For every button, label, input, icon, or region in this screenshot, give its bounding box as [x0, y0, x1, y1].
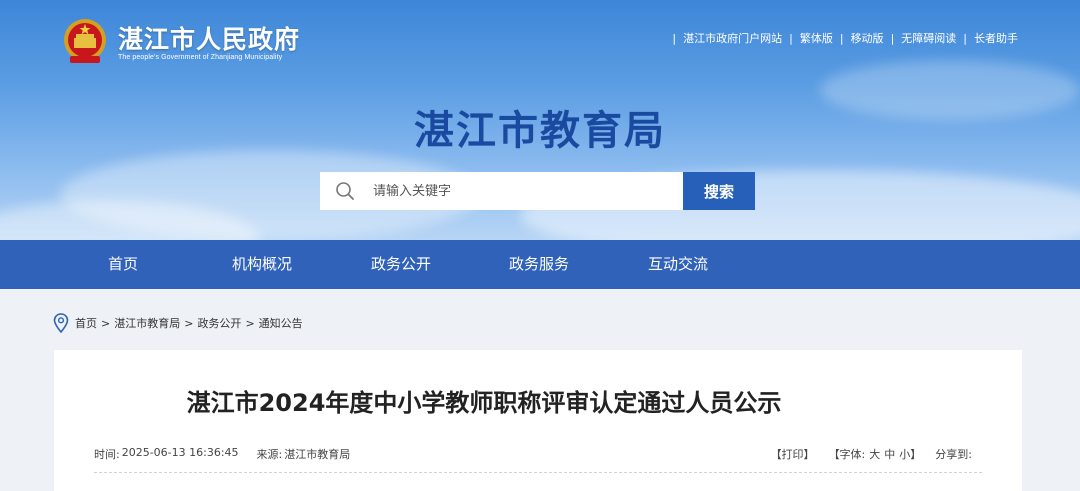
nav-item-services[interactable]: 政务服务 [479, 240, 599, 289]
article-meta: 时间: 2025-06-13 16:36:45 来源: 湛江市教育局 [94, 446, 350, 462]
search-box [320, 172, 683, 210]
meta-divider [94, 472, 982, 473]
nav-item-organization[interactable]: 机构概况 [202, 240, 322, 289]
mobile-version-link[interactable]: 移动版 [851, 30, 884, 46]
search-button[interactable]: 搜索 [683, 172, 755, 210]
source-label: 来源: [256, 448, 283, 461]
breadcrumb-bureau[interactable]: 湛江市教育局 [114, 315, 180, 331]
elderly-assistant-link[interactable]: 长者助手 [974, 30, 1018, 46]
font-medium-button[interactable]: 中 [884, 446, 895, 462]
breadcrumb-government-affairs[interactable]: 政务公开 [197, 315, 241, 331]
link-separator: | [672, 31, 677, 45]
article-source: 湛江市教育局 [284, 448, 351, 461]
header-banner: 湛江市人民政府 The people's Government of Zhanj… [0, 0, 1080, 240]
link-separator: | [839, 31, 844, 45]
national-emblem-icon [64, 19, 106, 63]
link-separator: | [789, 31, 793, 45]
nav-item-interaction[interactable]: 互动交流 [618, 240, 738, 289]
breadcrumb-separator: > [101, 316, 111, 330]
nav-item-home[interactable]: 首页 [63, 240, 183, 289]
accessibility-link[interactable]: 无障碍阅读 [901, 30, 956, 46]
print-button[interactable]: 【打印】 [771, 446, 815, 462]
gov-title[interactable]: 湛江市人民政府 [118, 20, 300, 56]
breadcrumb-separator: > [245, 316, 255, 330]
article-tools: 【打印】 【字体: 大 中 小】 分享到: [771, 446, 972, 462]
gov-subtitle: The people's Government of Zhanjiang Mun… [118, 54, 283, 61]
article-title: 湛江市2024年度中小学教师职称评审认定通过人员公示 [186, 389, 782, 417]
breadcrumb: 首页 > 湛江市教育局 > 政务公开 > 通知公告 [53, 312, 303, 334]
article-card [54, 350, 1022, 491]
portal-link[interactable]: 湛江市政府门户网站 [683, 30, 782, 46]
breadcrumb-home[interactable]: 首页 [75, 315, 97, 331]
site-title: 湛江市教育局 [414, 108, 666, 154]
font-small-button[interactable]: 小】 [899, 446, 921, 462]
link-separator: | [963, 31, 967, 45]
publish-time: 2025-06-13 16:36:45 [121, 446, 239, 459]
traditional-chinese-link[interactable]: 繁体版 [800, 30, 833, 46]
nav-item-government-affairs[interactable]: 政务公开 [341, 240, 461, 289]
share-label: 分享到: [935, 448, 972, 461]
search-input[interactable] [373, 183, 663, 199]
link-separator: | [890, 31, 895, 45]
font-large-button[interactable]: 大 [869, 446, 880, 462]
breadcrumb-separator: > [184, 316, 194, 330]
font-size-label: 【字体: [828, 448, 866, 461]
time-label: 时间: [94, 448, 120, 461]
location-pin-icon [53, 313, 69, 333]
search-icon [336, 182, 354, 200]
top-links: | 湛江市政府门户网站 | 繁体版 | 移动版 | 无障碍阅读 | 长者助手 [665, 30, 1018, 46]
breadcrumb-notices[interactable]: 通知公告 [259, 315, 303, 331]
main-nav: 首页 机构概况 政务公开 政务服务 互动交流 [0, 240, 1080, 289]
